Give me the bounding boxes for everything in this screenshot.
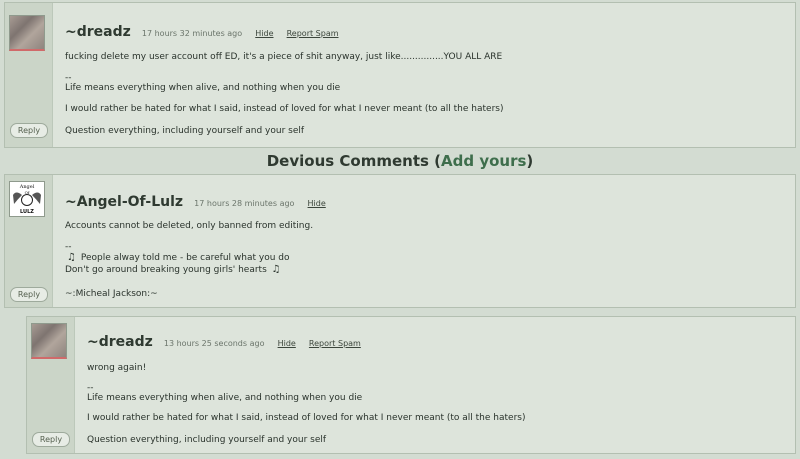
reply-button[interactable]: Reply bbox=[10, 287, 48, 302]
signature-text: People alway told me - be careful what y… bbox=[80, 253, 290, 263]
comment-header: ~dreadz 13 hours 25 seconds ago Hide Rep… bbox=[87, 331, 361, 350]
comment-sidebar: Reply bbox=[5, 3, 53, 147]
music-note-icon: ♫ bbox=[271, 264, 281, 275]
section-title: Devious Comments bbox=[266, 152, 429, 170]
signature-separator: -- bbox=[87, 383, 94, 393]
hide-link[interactable]: Hide bbox=[308, 199, 326, 208]
avatar[interactable] bbox=[9, 15, 45, 51]
signature-text: Don't go around breaking young girls' he… bbox=[65, 265, 267, 275]
signature-separator: -- bbox=[65, 242, 72, 252]
avatar[interactable]: Angel Of LULZ bbox=[9, 181, 45, 217]
signature-line: Question everything, including yourself … bbox=[65, 126, 305, 136]
signature-line: I would rather be hated for what I said,… bbox=[65, 104, 504, 114]
comment-text: Accounts cannot be deleted, only banned … bbox=[65, 221, 314, 231]
hide-link[interactable]: Hide bbox=[278, 339, 296, 348]
username[interactable]: ~dreadz bbox=[65, 24, 131, 40]
comment-text: fucking delete my user account off ED, i… bbox=[65, 52, 503, 62]
hide-link[interactable]: Hide bbox=[255, 29, 273, 38]
signature-line: Don't go around breaking young girls' he… bbox=[65, 264, 283, 275]
avatar-text-of: Of bbox=[25, 190, 30, 195]
signature-line: Life means everything when alive, and no… bbox=[87, 393, 363, 403]
section-heading: Devious Comments (Add yours) bbox=[0, 152, 800, 170]
signature-line: I would rather be hated for what I said,… bbox=[87, 413, 526, 423]
paren-close: ) bbox=[526, 152, 534, 170]
signature-line: ♫ People alway told me - be careful what… bbox=[65, 252, 290, 263]
comment-header: ~Angel-Of-Lulz 17 hours 28 minutes ago H… bbox=[65, 191, 326, 210]
username[interactable]: ~Angel-Of-Lulz bbox=[65, 194, 183, 210]
comment: Reply ~dreadz 17 hours 32 minutes ago Hi… bbox=[4, 2, 796, 148]
comment-text: wrong again! bbox=[87, 363, 147, 373]
report-spam-link[interactable]: Report Spam bbox=[309, 339, 361, 348]
signature-line: ~:Micheal Jackson:~ bbox=[65, 289, 158, 299]
username[interactable]: ~dreadz bbox=[87, 334, 153, 350]
add-yours-link[interactable]: Add yours bbox=[441, 152, 526, 170]
timestamp: 17 hours 32 minutes ago bbox=[141, 29, 243, 38]
reply-button[interactable]: Reply bbox=[10, 123, 48, 138]
signature-line: Life means everything when alive, and no… bbox=[65, 83, 341, 93]
avatar-text-lulz: LULZ bbox=[20, 209, 34, 215]
comment-sidebar: Angel Of LULZ Reply bbox=[5, 175, 53, 307]
paren-open: ( bbox=[434, 152, 442, 170]
comment-sidebar: Reply bbox=[27, 317, 75, 453]
timestamp: 13 hours 25 seconds ago bbox=[163, 339, 265, 348]
reply-button[interactable]: Reply bbox=[32, 432, 70, 447]
avatar[interactable] bbox=[31, 323, 67, 359]
comment-header: ~dreadz 17 hours 32 minutes ago Hide Rep… bbox=[65, 21, 339, 40]
angel-wings-icon: Angel Of LULZ bbox=[13, 184, 41, 215]
timestamp: 17 hours 28 minutes ago bbox=[194, 199, 295, 208]
report-spam-link[interactable]: Report Spam bbox=[287, 29, 339, 38]
comment: Angel Of LULZ Reply ~Angel-Of-Lulz 17 ho… bbox=[4, 174, 796, 308]
signature-separator: -- bbox=[65, 73, 72, 83]
music-note-icon: ♫ bbox=[67, 252, 76, 263]
comment: Reply ~dreadz 13 hours 25 seconds ago Hi… bbox=[26, 316, 796, 454]
signature-line: Question everything, including yourself … bbox=[87, 435, 327, 445]
